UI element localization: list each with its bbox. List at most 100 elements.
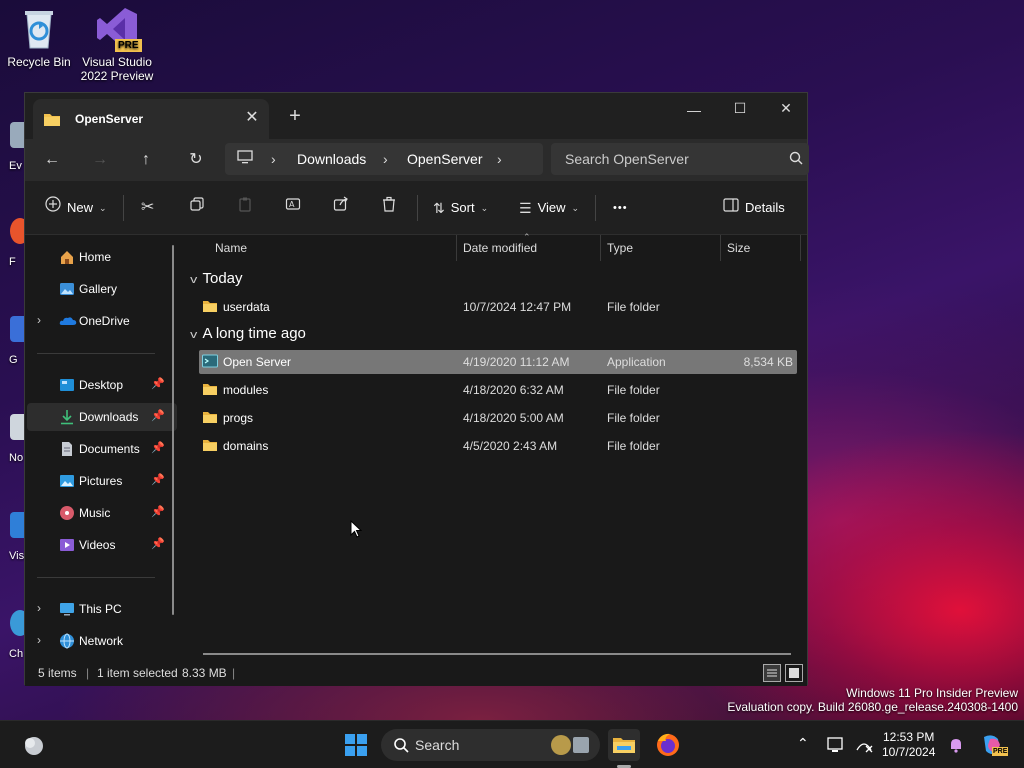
column-header-type[interactable]: Type [607,241,633,255]
forward-button[interactable]: → [85,146,115,174]
share-button[interactable] [333,196,349,220]
column-divider[interactable] [720,235,721,261]
search-input[interactable] [551,143,771,175]
bell-icon[interactable] [946,735,966,755]
back-button[interactable]: ← [37,146,67,174]
copy-icon [189,196,205,220]
cut-button[interactable]: ✂ [141,196,154,220]
tray-app-icon[interactable] [826,735,846,755]
column-header-date-modified[interactable]: Date modified [463,241,537,255]
table-row[interactable]: userdata 10/7/2024 12:47 PM File folder [199,295,797,319]
desktop-icon-partial-2[interactable]: F [0,218,26,268]
desktop-icon-visual-studio[interactable]: PRE Visual Studio 2022 Preview [79,6,155,83]
chevron-right-icon[interactable]: › [37,633,41,647]
chevron-right-icon[interactable]: › [37,601,41,615]
column-divider[interactable] [456,235,457,261]
column-divider[interactable] [600,235,601,261]
view-icon: ☰ [519,200,532,216]
chevron-right-icon[interactable]: › [497,151,502,167]
maximize-button[interactable]: ☐ [717,93,763,123]
tab-close-button[interactable]: ✕ [241,108,263,130]
group-header-long-time-ago[interactable]: v A long time ago [190,325,306,342]
clock[interactable]: 12:53 PM 10/7/2024 [882,730,935,760]
desktop-icon-partial-3[interactable]: G [0,316,26,366]
file-explorer-taskbar-icon[interactable] [608,729,640,761]
taskbar-search-box[interactable] [381,729,600,761]
table-row[interactable]: modules 4/18/2020 6:32 AM File folder [199,378,797,402]
details-view-button[interactable] [763,664,781,682]
up-button[interactable]: ↑ [131,146,161,174]
sidebar-item-this-pc[interactable]: › This PC [27,595,177,623]
more-options-button[interactable]: ••• [613,196,628,220]
status-separator: | [232,666,236,680]
desktop-icon-partial-4[interactable]: No [0,414,26,464]
monitor-icon[interactable] [237,149,253,168]
close-button[interactable]: ✕ [763,93,809,123]
chevron-right-icon[interactable]: › [37,313,41,327]
start-button[interactable] [340,729,372,761]
sidebar-item-desktop[interactable]: Desktop 📌 [27,371,177,399]
pin-icon[interactable]: 📌 [151,409,165,422]
chevron-up-icon[interactable]: ⌃ [797,735,809,752]
sidebar-item-downloads[interactable]: Downloads 📌 [27,403,177,431]
address-bar[interactable]: › Downloads › OpenServer › [225,143,543,175]
title-bar: OpenServer ✕ + — ☐ ✕ [25,93,807,139]
sidebar-item-videos[interactable]: Videos 📌 [27,531,177,559]
delete-button[interactable] [381,196,397,220]
file-date: 4/18/2020 5:00 AM [463,411,564,425]
copy-button[interactable] [189,196,205,220]
new-button[interactable]: New ⌄ [45,196,107,220]
breadcrumb-downloads[interactable]: Downloads [297,151,366,167]
paste-button[interactable] [237,196,253,220]
new-tab-button[interactable]: + [283,105,307,129]
file-date: 10/7/2024 12:47 PM [463,300,572,314]
rename-button[interactable]: A [285,196,301,220]
sidebar-item-network[interactable]: › Network [27,627,177,655]
desktop-icon-recycle-bin[interactable]: Recycle Bin [1,6,77,69]
copilot-icon[interactable]: PRE [978,731,1009,759]
firefox-icon[interactable] [652,729,684,761]
chevron-right-icon[interactable]: › [383,151,388,167]
desktop-icon-partial-6[interactable]: Ch [0,610,26,660]
sidebar-scrollbar[interactable] [172,245,174,615]
pin-icon[interactable]: 📌 [151,473,165,486]
details-button[interactable]: Details [723,196,785,220]
group-header-today[interactable]: v Today [190,270,242,287]
file-type: Application [607,355,666,369]
sort-button[interactable]: ⇅ Sort ⌄ [433,196,488,220]
table-row[interactable]: progs 4/18/2020 5:00 AM File folder [199,406,797,430]
sidebar-item-onedrive[interactable]: › OneDrive [27,307,177,335]
pin-icon[interactable]: 📌 [151,537,165,550]
sidebar-item-documents[interactable]: Documents 📌 [27,435,177,463]
column-header-name[interactable]: Name [215,241,247,255]
download-icon [59,409,75,425]
sidebar-item-pictures[interactable]: Pictures 📌 [27,467,177,495]
sidebar-item-music[interactable]: Music 📌 [27,499,177,527]
sort-label: Sort [450,200,475,215]
network-disconnected-icon[interactable] [854,735,874,755]
desktop-icon-partial-1[interactable]: Ev [0,122,26,172]
table-row[interactable]: domains 4/5/2020 2:43 AM File folder [199,434,797,458]
column-header-size[interactable]: Size [727,241,750,255]
taskbar-search-input[interactable] [415,729,535,761]
file-date: 4/18/2020 6:32 AM [463,383,564,397]
sidebar-item-gallery[interactable]: Gallery [27,275,177,303]
chevron-right-icon[interactable]: › [271,151,276,167]
breadcrumb-openserver[interactable]: OpenServer [407,151,482,167]
search-box[interactable] [551,143,809,175]
desktop-icon-partial-5[interactable]: Visu [0,512,26,562]
refresh-button[interactable]: ↻ [181,146,211,174]
tab-openserver[interactable]: OpenServer ✕ [33,99,269,139]
pin-icon[interactable]: 📌 [151,377,165,390]
divider [37,353,155,354]
column-divider[interactable] [800,235,801,261]
minimize-button[interactable]: — [671,95,717,125]
large-icons-view-button[interactable] [785,664,803,682]
view-button[interactable]: ☰ View ⌄ [519,196,579,220]
pin-icon[interactable]: 📌 [151,441,165,454]
pin-icon[interactable]: 📌 [151,505,165,518]
table-row[interactable]: Open Server 4/19/2020 11:12 AM Applicati… [199,350,797,374]
weather-icon[interactable] [18,729,50,761]
sidebar-item-home[interactable]: Home [27,243,177,271]
horizontal-scrollbar[interactable] [203,653,791,655]
